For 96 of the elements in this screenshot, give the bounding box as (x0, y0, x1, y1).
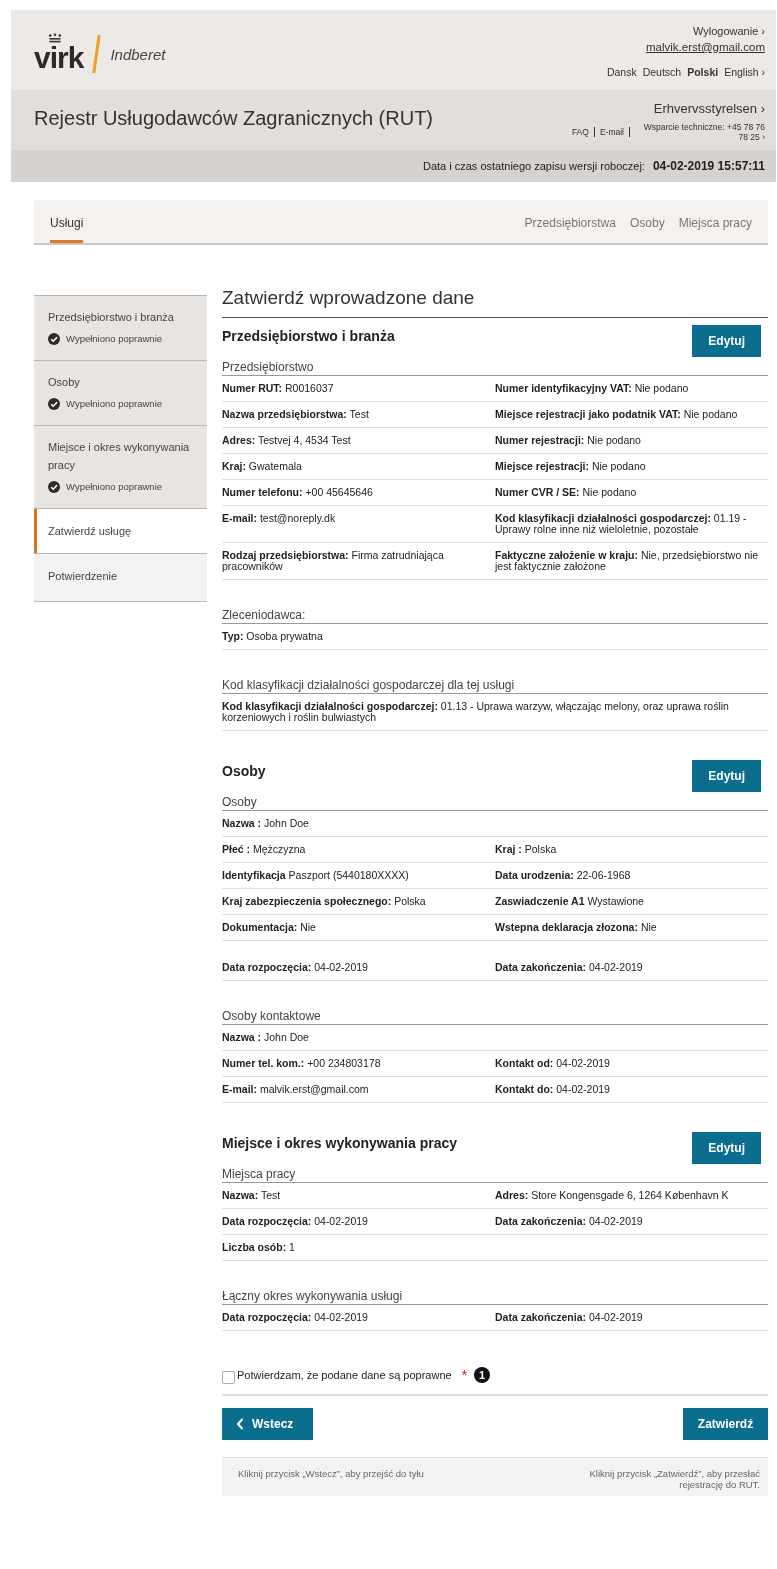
chevron-left-icon (236, 1418, 244, 1430)
back-button[interactable]: Wstecz (222, 1408, 313, 1440)
confirm-checkbox[interactable] (222, 1371, 235, 1384)
language-link[interactable]: Deutsch (642, 66, 682, 78)
logout-link[interactable]: Wylogowanie › (692, 25, 765, 37)
sidebar-item-label: Zatwierdź usługę (48, 525, 132, 537)
product-name: Indberet (110, 45, 166, 63)
page-title: Zatwierdź wprowadzone dane (222, 287, 768, 318)
field-text: Data urodzenia: 22-06-1968 (495, 870, 632, 881)
field-text: Adres: Testvej 4, 4534 Test (222, 435, 352, 446)
field-text: Miejsce rejestracji: Nie podano (495, 461, 647, 472)
group-heading: Łączny okres wykonywania usługi (222, 1289, 768, 1305)
sidebar-item[interactable]: Zatwierdź usługę (34, 508, 207, 553)
status-text: Wypełniono poprawnie (66, 480, 163, 494)
hint-text: Kliknij przycisk „Wstecz”, aby przejść do tyłu (238, 1468, 424, 1481)
field-text: Data rozpoczęcia: 04-02-2019 (222, 1216, 369, 1227)
field-text: E-mail: malvik.erst@gmail.com (222, 1084, 370, 1095)
field-text: Zaswiadczenie A1 Wystawione (495, 896, 645, 907)
group-heading: Osoby (222, 795, 768, 811)
tab[interactable]: Przedsiębiorstwa (524, 200, 616, 243)
field-text: Data zakończenia: 04-02-2019 (495, 962, 644, 973)
header-link[interactable]: Wsparcie techniczne: +45 78 76 78 25 › (635, 122, 765, 142)
field-text: Kontakt do: 04-02-2019 (495, 1084, 611, 1095)
field-text: Wstepna deklaracja złozona: Nie (495, 922, 658, 933)
group-heading: Miejsca pracy (222, 1167, 768, 1183)
submit-button[interactable]: Zatwierdź (683, 1408, 768, 1440)
field-text: Miejsce rejestracji jako podatnik VAT: Nie podano (495, 409, 739, 420)
field-text: Numer tel. kom.: +00 234803178 (222, 1058, 382, 1069)
language-link[interactable]: Polski (687, 66, 719, 78)
draft-saved-time: 04-02-2019 15:57:11 (652, 159, 765, 173)
edit-button[interactable]: Edytuj (692, 1132, 761, 1164)
group-heading: Osoby kontaktowe (222, 1009, 768, 1025)
number-badge: 1 (474, 1366, 491, 1383)
draft-saved-label: Data i czas ostatniego zapisu wersji roboczej: (422, 160, 645, 172)
sidebar-item-label: Miejsce i okres wykonywania pracy (48, 441, 190, 471)
check-circle-icon (48, 481, 60, 493)
field-text: Typ: Osoba prywatna (222, 631, 324, 642)
section-title: Osoby (222, 763, 266, 779)
field-text: Kod klasyfikacji działalności gospodarczej: 01.13 - Uprawa warzyw, włączając melony, oraz uprawa roślin korzeniowych i roślin bulwiastych (222, 701, 730, 723)
sidebar-item-label: Przedsiębiorstwo i branża (48, 311, 174, 323)
field-text: Rodzaj przedsiębiorstwa: Firma zatrudniająca pracowników (222, 550, 445, 572)
sidebar-item[interactable]: Miejsce i okres wykonywania pracy Wypełniono poprawnie (34, 425, 207, 508)
field-text: Data rozpoczęcia: 04-02-2019 (222, 1312, 369, 1323)
field-text: Nazwa: Test (222, 1190, 282, 1201)
field-text: Numer identyfikacyjny VAT: Nie podano (495, 383, 690, 394)
sidebar-item[interactable]: Potwierdzenie (34, 553, 207, 601)
confirm-label: Potwierdzam, że podane dane są poprawne (237, 1368, 452, 1381)
field-text: Kraj : Polska (495, 844, 558, 855)
user-email-link[interactable]: malvik.erst@gmail.com (645, 41, 765, 53)
group-heading: Kod klasyfikacji działalności gospodarczej dla tej usługi (222, 678, 768, 694)
sidebar-item[interactable]: Osoby Wypełniono poprawnie (34, 360, 207, 425)
field-text: Kontakt od: 04-02-2019 (495, 1058, 611, 1069)
status-text: Wypełniono poprawnie (66, 397, 163, 411)
status-text: Wypełniono poprawnie (66, 332, 163, 346)
required-mark: * (461, 1366, 468, 1383)
field-text: Liczba osób: 1 (222, 1242, 296, 1253)
check-circle-icon (48, 333, 60, 345)
agency-link[interactable]: Erhvervsstyrelsen › (653, 101, 765, 116)
field-text: Data zakończenia: 04-02-2019 (495, 1216, 644, 1227)
header-link[interactable]: FAQ (571, 127, 589, 137)
field-text: Nazwa przedsiębiorstwa: Test (222, 409, 370, 420)
field-text: Identyfikacja Paszport (5440180XXXX) (222, 870, 410, 881)
field-text: Nazwa : John Doe (222, 1032, 310, 1043)
sidebar-item-label: Osoby (48, 376, 80, 388)
sidebar-item[interactable]: Przedsiębiorstwo i branża Wypełniono poprawnie (34, 295, 207, 360)
field-text: Faktyczne założenie w kraju: Nie, przedsiębiorstwo nie jest faktycznie założone (495, 550, 760, 572)
field-text: Numer rejestracji: Nie podano (495, 435, 642, 446)
field-text: Nazwa : John Doe (222, 818, 310, 829)
language-link[interactable]: English › (724, 66, 765, 78)
field-text: Kraj zabezpieczenia społecznego: Polska (222, 896, 427, 907)
tab[interactable]: Usługi (50, 200, 84, 243)
field-text: Numer RUT: R0016037 (222, 383, 335, 394)
section-title: Przedsiębiorstwo i branża (222, 328, 395, 344)
edit-button[interactable]: Edytuj (692, 325, 761, 357)
virk-logo[interactable]: virk (34, 33, 84, 75)
field-text: Data rozpoczęcia: 04-02-2019 (222, 962, 369, 973)
field-text: Kraj: Gwatemala (222, 461, 303, 472)
section-title: Miejsce i okres wykonywania pracy (222, 1135, 457, 1151)
field-text: Adres: Store Kongensgade 6, 1264 København K (495, 1190, 730, 1201)
edit-button[interactable]: Edytuj (692, 760, 761, 792)
check-circle-icon (48, 398, 60, 410)
language-link[interactable]: Dansk (606, 66, 637, 78)
field-text: Numer CVR / SE: Nie podano (495, 487, 638, 498)
tab[interactable]: Miejsca pracy (678, 200, 752, 243)
group-heading: Przedsiębiorstwo (222, 360, 768, 376)
field-text: Płeć : Mężczyzna (222, 844, 307, 855)
header-link[interactable]: E-mail (599, 127, 624, 137)
group-heading: Zleceniodawca: (222, 608, 768, 624)
field-text: Kod klasyfikacji działalności gospodarczej: 01.19 - Uprawy rolne inne niż wieloletnie, pozostałe (495, 513, 748, 535)
tab[interactable]: Osoby (629, 200, 665, 243)
sidebar-item-label: Potwierdzenie (48, 570, 118, 582)
field-text: Dokumentacja: Nie (222, 922, 317, 933)
site-title: Rejestr Usługodawców Zagranicznych (RUT) (34, 107, 433, 130)
field-text: Data zakończenia: 04-02-2019 (495, 1312, 644, 1323)
field-text: Numer telefonu: +00 45645646 (222, 487, 374, 498)
field-text: E-mail: test@noreply.dk (222, 513, 337, 526)
